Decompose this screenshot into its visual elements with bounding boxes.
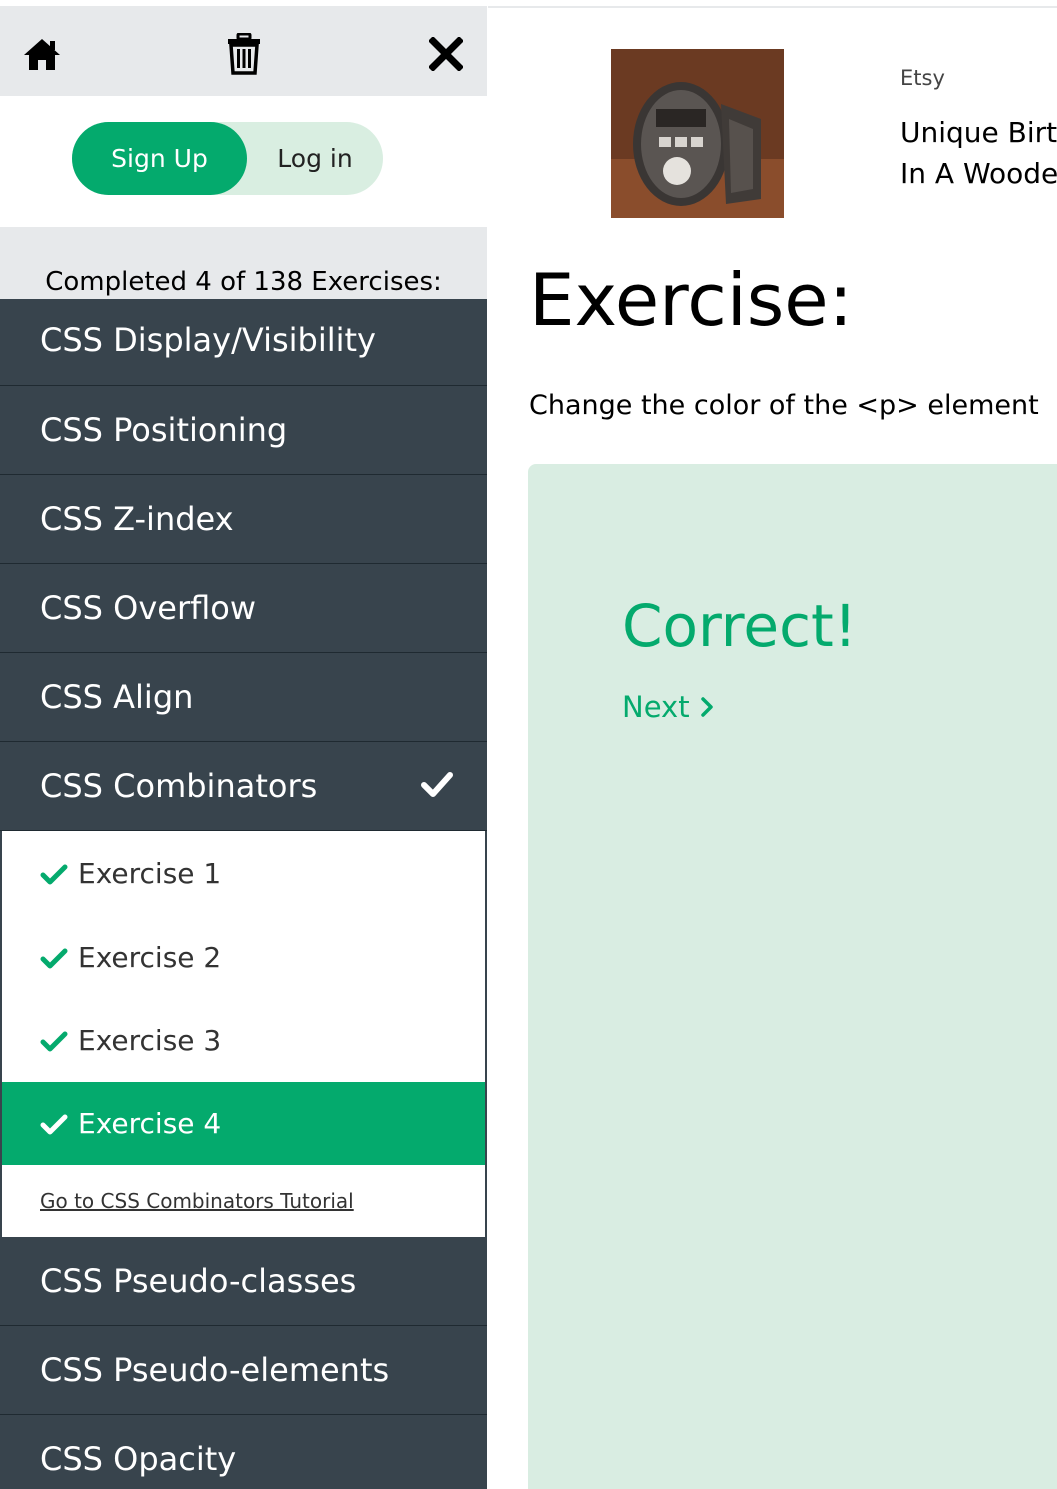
home-icon[interactable]	[20, 32, 64, 76]
category-label: CSS Pseudo-elements	[40, 1351, 390, 1389]
category-label: CSS Combinators	[40, 767, 318, 805]
exercise-item[interactable]: Exercise 3	[2, 999, 485, 1082]
checkmark-icon	[40, 1031, 68, 1051]
exercise-label: Exercise 2	[78, 941, 222, 974]
checkmark-icon	[40, 1114, 68, 1134]
category-label: CSS Positioning	[40, 411, 288, 449]
category-list: CSS Display/Visibility CSS Positioning C…	[0, 299, 487, 1489]
sidebar-toolbar	[0, 6, 487, 96]
page-title: Exercise:	[529, 258, 853, 342]
category-label: CSS Pseudo-classes	[40, 1262, 357, 1300]
log-in-button[interactable]: Log in	[247, 122, 383, 195]
progress-text: Completed 4 of 138 Exercises:	[45, 267, 442, 297]
exercise-item-active[interactable]: Exercise 4	[2, 1082, 485, 1165]
exercise-sidebar: Sign Up Log in Completed 4 of 138 Exerci…	[0, 0, 488, 1489]
category-label: CSS Z-index	[40, 500, 234, 538]
exercise-item[interactable]: Exercise 1	[2, 831, 485, 916]
trash-icon[interactable]	[222, 32, 266, 76]
result-panel: Correct! Next	[528, 464, 1057, 1489]
category-item[interactable]: CSS Opacity	[0, 1415, 487, 1489]
next-label: Next	[622, 690, 690, 724]
checkmark-icon	[421, 772, 453, 797]
ad-product-image[interactable]	[611, 49, 784, 218]
category-item[interactable]: CSS Display/Visibility	[0, 299, 487, 386]
exercise-label: Exercise 3	[78, 1024, 222, 1057]
category-label: CSS Align	[40, 678, 194, 716]
category-label: CSS Overflow	[40, 589, 257, 627]
category-item[interactable]: CSS Positioning	[0, 386, 487, 475]
ad-source: Etsy	[900, 66, 945, 90]
category-item[interactable]: CSS Pseudo-elements	[0, 1326, 487, 1415]
auth-toggle: Sign Up Log in	[72, 122, 383, 195]
category-item[interactable]: CSS Pseudo-classes	[0, 1237, 487, 1326]
top-divider	[488, 6, 1057, 8]
category-item[interactable]: CSS Align	[0, 653, 487, 742]
exercise-instruction: Change the color of the <p> element	[529, 390, 1039, 421]
exercise-item[interactable]: Exercise 2	[2, 916, 485, 999]
exercise-label: Exercise 4	[78, 1107, 222, 1140]
ad-title-line: In A Woode	[900, 157, 1057, 190]
category-item[interactable]: CSS Overflow	[0, 564, 487, 653]
category-label: CSS Opacity	[40, 1440, 237, 1478]
tutorial-link[interactable]: Go to CSS Combinators Tutorial	[2, 1165, 485, 1237]
chevron-right-icon	[700, 697, 713, 717]
category-label: CSS Display/Visibility	[40, 321, 376, 359]
ad-title-line: Unique Birth	[900, 116, 1057, 149]
exercise-label: Exercise 1	[78, 857, 222, 890]
checkmark-icon	[40, 864, 68, 884]
category-item-current[interactable]: CSS Combinators	[0, 742, 487, 831]
ad-title[interactable]: Unique Birth In A Woode	[900, 112, 1057, 194]
sign-up-button[interactable]: Sign Up	[72, 122, 247, 195]
exercise-sublist: Exercise 1 Exercise 2 Exercise 3 Exercis…	[0, 831, 487, 1237]
close-icon[interactable]	[424, 32, 468, 76]
category-item[interactable]: CSS Z-index	[0, 475, 487, 564]
checkmark-icon	[40, 948, 68, 968]
result-message: Correct!	[622, 592, 857, 660]
next-link[interactable]: Next	[622, 690, 714, 724]
